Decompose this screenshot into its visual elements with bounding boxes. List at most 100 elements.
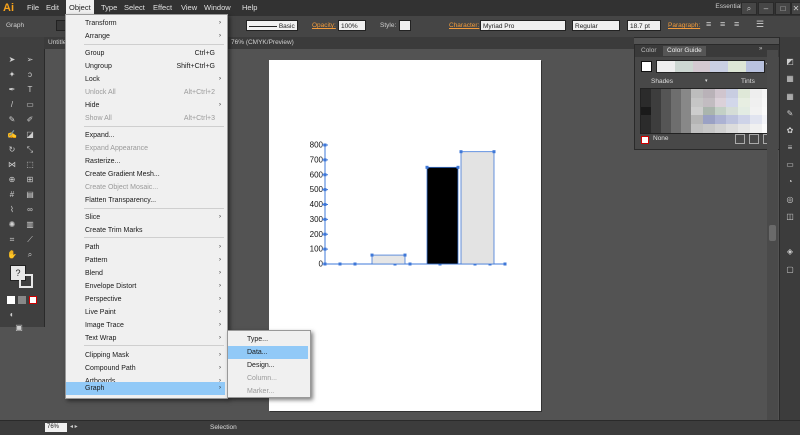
none-swatch-icon[interactable] — [641, 136, 649, 144]
scrollbar-thumb[interactable] — [769, 225, 776, 241]
graph-menu-item-type[interactable]: Type... — [228, 333, 308, 346]
transparency-panel-icon[interactable]: ◔ — [785, 177, 795, 187]
graphic-styles-panel-icon[interactable]: ◫ — [785, 212, 795, 222]
object-menu-item-group[interactable]: Group Ctrl+G — [66, 47, 225, 60]
color-panel-icon[interactable]: ◩ — [785, 57, 795, 67]
swatches-panel-icon[interactable]: ▦ — [785, 92, 795, 102]
color-swatch[interactable] — [714, 106, 727, 116]
color-swatch[interactable] — [661, 89, 671, 98]
color-swatch[interactable] — [691, 89, 703, 98]
color-swatch[interactable] — [681, 97, 691, 107]
color-swatch[interactable] — [671, 97, 681, 107]
tab-color-guide[interactable]: Color Guide — [663, 46, 706, 56]
color-swatch[interactable] — [681, 89, 691, 98]
object-menu-item-flatten-transparency[interactable]: Flatten Transparency... — [66, 194, 225, 207]
color-guide-panel-icon[interactable]: ▦ — [785, 74, 795, 84]
object-menu-item-ungroup[interactable]: Ungroup Shift+Ctrl+G — [66, 60, 225, 73]
color-swatch[interactable] — [738, 97, 750, 107]
stroke-panel-icon[interactable]: ≡ — [785, 143, 795, 153]
color-swatch[interactable] — [691, 115, 703, 125]
artboard-nav-icon[interactable]: ◂ ▸ — [70, 423, 78, 430]
color-swatch[interactable] — [641, 106, 651, 116]
edit-colors-icon[interactable] — [749, 134, 759, 144]
color-swatch[interactable] — [726, 106, 739, 116]
color-swatch[interactable] — [671, 124, 681, 133]
zoom-select[interactable]: 76% — [45, 423, 67, 432]
symbols-panel-icon[interactable]: ✿ — [785, 126, 795, 136]
variation-grid[interactable] — [640, 88, 775, 134]
color-swatch[interactable] — [661, 124, 671, 133]
graph-menu-item-data[interactable]: Data... — [228, 346, 308, 359]
color-swatch[interactable] — [726, 89, 739, 98]
color-swatch[interactable] — [750, 115, 762, 125]
object-menu-item-live-paint[interactable]: Live Paint › — [66, 306, 225, 319]
base-color-swatch[interactable] — [641, 61, 652, 72]
layers-panel-icon[interactable]: ◈ — [785, 247, 795, 257]
color-swatch[interactable] — [714, 97, 727, 107]
harmony-rules-strip[interactable] — [656, 60, 765, 73]
limit-color-group-icon[interactable] — [735, 134, 745, 144]
object-menu-item-clipping-mask[interactable]: Clipping Mask › — [66, 349, 225, 362]
color-swatch[interactable] — [702, 89, 715, 98]
color-swatch[interactable] — [738, 115, 750, 125]
color-swatch[interactable] — [702, 97, 715, 107]
color-swatch[interactable] — [671, 89, 681, 98]
artboards-panel-icon[interactable]: ▢ — [785, 265, 795, 275]
tab-color[interactable]: Color — [637, 46, 661, 56]
object-menu-item-blend[interactable]: Blend › — [66, 267, 225, 280]
color-swatch[interactable] — [641, 97, 651, 107]
color-swatch[interactable] — [714, 124, 727, 133]
object-menu-item-perspective[interactable]: Perspective › — [66, 293, 225, 306]
object-menu-item-transform[interactable]: Transform › — [66, 17, 225, 30]
object-menu-item-image-trace[interactable]: Image Trace › — [66, 319, 225, 332]
color-swatch[interactable] — [738, 89, 750, 98]
object-menu-item-create-trim-marks[interactable]: Create Trim Marks — [66, 224, 225, 237]
object-menu-item-pattern[interactable]: Pattern › — [66, 254, 225, 267]
color-swatch[interactable] — [750, 124, 762, 133]
color-swatch[interactable] — [750, 89, 762, 98]
object-menu-item-create-gradient-mesh[interactable]: Create Gradient Mesh... — [66, 168, 225, 181]
object-menu-item-text-wrap[interactable]: Text Wrap › — [66, 332, 225, 345]
color-swatch[interactable] — [702, 124, 715, 133]
object-menu-item-expand[interactable]: Expand... — [66, 129, 225, 142]
color-swatch[interactable] — [651, 124, 661, 133]
object-menu-item-path[interactable]: Path › — [66, 241, 225, 254]
color-swatch[interactable] — [681, 115, 691, 125]
object-menu-item-rasterize[interactable]: Rasterize... — [66, 155, 225, 168]
color-swatch[interactable] — [671, 106, 681, 116]
object-menu-item-envelope-distort[interactable]: Envelope Distort › — [66, 280, 225, 293]
color-swatch[interactable] — [661, 115, 671, 125]
panel-collapse-icon[interactable]: » — [759, 46, 762, 52]
color-swatch[interactable] — [651, 89, 661, 98]
color-swatch[interactable] — [651, 97, 661, 107]
vertical-scrollbar[interactable] — [767, 50, 778, 420]
color-swatch[interactable] — [726, 124, 739, 133]
color-swatch[interactable] — [738, 124, 750, 133]
color-swatch[interactable] — [671, 115, 681, 125]
appearance-panel-icon[interactable]: ◎ — [785, 195, 795, 205]
object-menu-item-arrange[interactable]: Arrange › — [66, 30, 225, 43]
object-menu-item-hide[interactable]: Hide › — [66, 99, 225, 112]
color-swatch[interactable] — [726, 97, 739, 107]
color-swatch[interactable] — [691, 106, 703, 116]
object-menu-item-slice[interactable]: Slice › — [66, 211, 225, 224]
object-menu-item-lock[interactable]: Lock › — [66, 73, 225, 86]
color-swatch[interactable] — [691, 124, 703, 133]
color-swatch[interactable] — [681, 124, 691, 133]
graph-menu-item-design[interactable]: Design... — [228, 359, 308, 372]
color-swatch[interactable] — [661, 106, 671, 116]
color-swatch[interactable] — [641, 89, 651, 98]
variation-dropdown-icon[interactable]: ▾ — [705, 78, 708, 84]
color-swatch[interactable] — [641, 115, 651, 125]
color-swatch[interactable] — [702, 106, 715, 116]
color-swatch[interactable] — [726, 115, 739, 125]
color-swatch[interactable] — [750, 106, 762, 116]
color-swatch[interactable] — [641, 124, 651, 133]
brushes-panel-icon[interactable]: ✎ — [785, 109, 795, 119]
object-menu-item-graph[interactable]: Graph › — [66, 382, 225, 395]
color-swatch[interactable] — [714, 89, 727, 98]
color-swatch[interactable] — [714, 115, 727, 125]
color-swatch[interactable] — [651, 106, 661, 116]
color-swatch[interactable] — [661, 97, 671, 107]
color-swatch[interactable] — [750, 97, 762, 107]
